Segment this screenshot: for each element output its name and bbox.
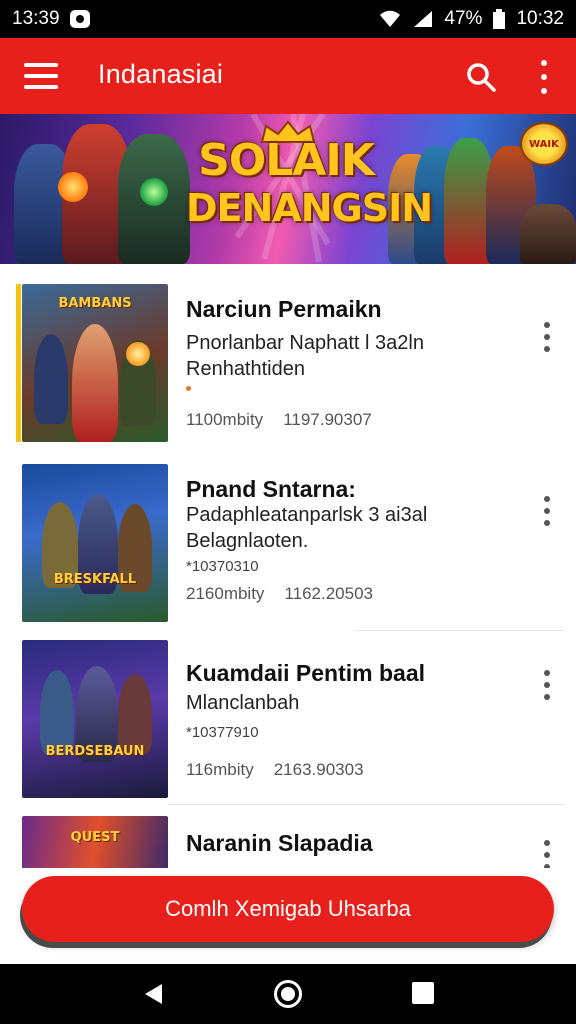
item-subtitle: Belagnlaoten. bbox=[186, 530, 309, 552]
signal-icon bbox=[412, 9, 434, 29]
banner-logo-line2: DENANGSIN bbox=[186, 186, 433, 230]
divider bbox=[354, 630, 564, 631]
thumbnail-title: BAMBANS bbox=[58, 296, 132, 311]
item-code: *10370310 bbox=[186, 558, 259, 575]
selected-indicator bbox=[16, 284, 21, 442]
item-title: Kuamdaii Pentim baal bbox=[186, 660, 426, 686]
item-meta-size: 1100mbity bbox=[186, 410, 264, 429]
app-bar: Indanasiai bbox=[0, 38, 576, 114]
dot-icon bbox=[186, 386, 191, 391]
status-clock: 10:32 bbox=[516, 8, 564, 29]
list-item[interactable]: BERDSEBAUN Kuamdaii Pentim baal Mlanclan… bbox=[0, 638, 576, 814]
thumbnail-title: BERDSEBAUN bbox=[45, 744, 145, 759]
search-icon[interactable] bbox=[466, 62, 496, 92]
home-icon[interactable] bbox=[274, 980, 302, 1008]
status-bar: 13:39 47% 10:32 bbox=[0, 0, 576, 38]
item-overflow-icon[interactable] bbox=[541, 322, 553, 352]
item-title: Naranin Slapadia bbox=[186, 830, 373, 856]
item-meta: 2160mbity 1162.20503 bbox=[186, 584, 373, 604]
banner-logo: SOLAIK DENANGSIN bbox=[186, 135, 433, 256]
thumbnail-title: BRESKFALL bbox=[53, 572, 137, 587]
status-right: 47% 10:32 bbox=[378, 8, 564, 30]
banner-character bbox=[520, 204, 576, 264]
item-overflow-icon[interactable] bbox=[541, 840, 553, 870]
hamburger-menu-icon[interactable] bbox=[24, 63, 58, 89]
battery-percent: 47% bbox=[444, 8, 483, 29]
item-subtitle: Pnorlanbar Naphatt l 3a2ln bbox=[186, 332, 424, 354]
item-meta: 1100mbity 1197.90307 bbox=[186, 410, 372, 430]
list-item[interactable]: BAMBANS Narciun Permaikn Pnorlanbar Naph… bbox=[0, 264, 576, 442]
recents-icon[interactable] bbox=[412, 982, 434, 1004]
featured-banner[interactable]: SOLAIK DENANGSIN WAIK bbox=[0, 114, 576, 264]
item-meta-value: 2163.90303 bbox=[273, 760, 364, 779]
item-meta-size: 2160mbity bbox=[186, 584, 265, 603]
banner-logo-line1: SOLAIK bbox=[198, 135, 375, 186]
thumbnail-title: QUEST bbox=[70, 830, 120, 845]
item-meta-size: 116mbity bbox=[186, 760, 254, 779]
game-thumbnail[interactable]: QUEST bbox=[22, 816, 168, 876]
notification-icon bbox=[69, 10, 90, 28]
item-title: Pnand Sntarna: bbox=[186, 476, 356, 502]
item-code: *10377910 bbox=[186, 724, 259, 741]
status-left: 13:39 bbox=[12, 8, 90, 30]
item-subtitle: Mlanclanbah bbox=[186, 692, 300, 714]
item-subtitle: Padaphleatanparlsk 3 ai3al bbox=[186, 504, 428, 526]
item-title: Narciun Permaikn bbox=[186, 296, 382, 322]
game-thumbnail[interactable]: BERDSEBAUN bbox=[22, 640, 168, 798]
item-meta-value: 1197.90307 bbox=[283, 410, 372, 429]
navigation-bar bbox=[0, 964, 576, 1024]
wifi-icon bbox=[378, 9, 402, 29]
status-time: 13:39 bbox=[12, 8, 60, 29]
list-item[interactable]: BRESKFALL Pnand Sntarna: Padaphleatanpar… bbox=[0, 460, 576, 636]
primary-action-button[interactable]: Comlh Xemigab Uhsarba bbox=[22, 876, 554, 942]
battery-icon bbox=[492, 9, 506, 29]
item-meta: 116mbity 2163.90303 bbox=[186, 760, 364, 780]
item-overflow-icon[interactable] bbox=[541, 496, 553, 526]
banner-badge: WAIK bbox=[520, 122, 568, 166]
divider bbox=[168, 804, 564, 805]
item-meta-value: 1162.20503 bbox=[284, 584, 373, 603]
game-thumbnail[interactable]: BAMBANS bbox=[22, 284, 168, 442]
app-title: Indanasiai bbox=[98, 59, 224, 89]
game-thumbnail[interactable]: BRESKFALL bbox=[22, 464, 168, 622]
back-icon[interactable] bbox=[142, 982, 166, 1006]
item-overflow-icon[interactable] bbox=[541, 670, 553, 700]
overflow-menu-icon[interactable] bbox=[536, 60, 552, 94]
item-subtitle: Renhathtiden bbox=[186, 358, 305, 380]
